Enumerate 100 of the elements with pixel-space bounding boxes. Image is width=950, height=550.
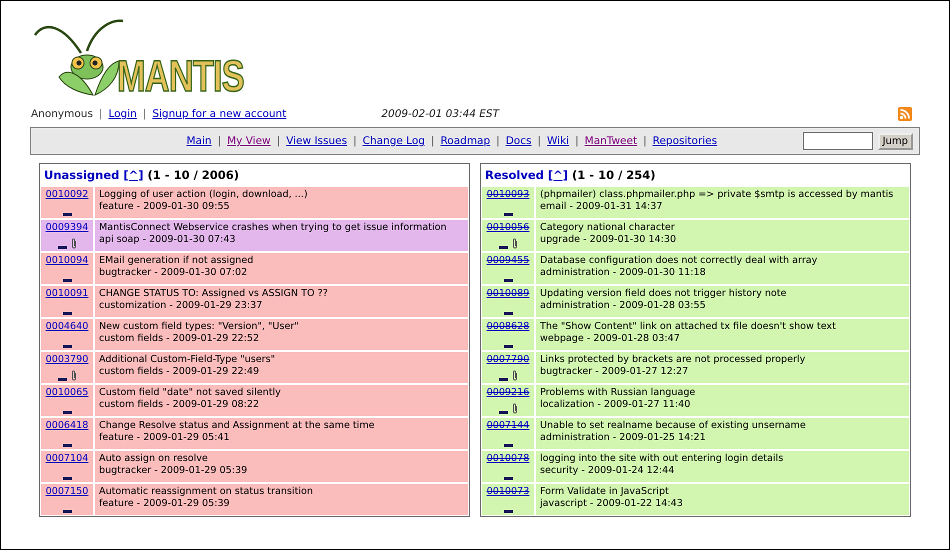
priority-dash-icon [62, 213, 72, 216]
nav-link[interactable]: My View [227, 135, 271, 147]
nav-link[interactable]: Change Log [362, 135, 425, 147]
priority-dash-icon [58, 378, 66, 381]
issue-summary: Logging of user action (login, download, ...) [99, 189, 308, 201]
issue-id-link[interactable]: 0010093 [486, 189, 530, 200]
issue-id-link[interactable]: 0007104 [46, 453, 88, 464]
issue-meta: customization - 2009-01-29 23:37 [99, 300, 264, 312]
separator: | [218, 135, 222, 147]
collapse-link[interactable]: [^] [548, 168, 568, 182]
issue-id-link[interactable]: 0010065 [46, 387, 88, 398]
priority-dash-icon [62, 510, 72, 513]
issue-summary: Category national character [540, 222, 676, 234]
issue-meta: feature - 2009-01-29 05:39 [99, 498, 231, 510]
issue-id-link[interactable]: 0010078 [486, 453, 530, 464]
priority-dash-icon [62, 477, 72, 480]
issue-id-link[interactable]: 0003790 [46, 354, 88, 365]
separator: | [353, 135, 357, 147]
issue-summary: Unable to set realname because of existing unsername [540, 420, 806, 432]
priority-dash-icon [504, 213, 512, 216]
issue-id-link[interactable]: 0010056 [486, 222, 530, 233]
jump-field[interactable] [802, 132, 873, 150]
priority-dash-icon [504, 279, 512, 282]
panel-title-link[interactable]: Resolved [485, 168, 544, 182]
priority-dash-icon [498, 411, 508, 414]
issue-meta: webpage - 2009-01-28 03:47 [540, 333, 681, 345]
issue-meta: bugtracker - 2009-01-30 07:02 [99, 267, 248, 279]
issue-meta: custom fields - 2009-01-29 22:52 [99, 333, 260, 345]
separator: | [575, 135, 579, 147]
issue-meta: administration - 2009-01-25 14:21 [540, 432, 707, 444]
separator: | [496, 135, 500, 147]
issue-count: (1 - 10 / 2006) [148, 168, 240, 182]
issue-meta: security - 2009-01-24 12:44 [540, 465, 676, 477]
date-time: 2009-02-01 03:44 EST [381, 108, 499, 120]
header-link[interactable]: Signup for a new account [152, 108, 286, 120]
issue-meta: email - 2009-01-31 14:37 [540, 201, 664, 213]
issue-summary: logging into the site with out entering login details [540, 453, 784, 465]
nav-link[interactable]: ManTweet [584, 135, 638, 147]
separator: | [142, 108, 146, 120]
issue-summary: Change Resolve status and Assignment at the same time [99, 420, 375, 432]
issue-id-link[interactable]: 0010094 [46, 255, 88, 266]
nav-link[interactable]: Wiki [547, 135, 570, 147]
issue-id-link[interactable]: 0007150 [46, 486, 88, 497]
separator: | [537, 135, 542, 147]
issue-id-link[interactable]: 0010092 [46, 189, 88, 200]
issue-summary: Form Validate in JavaScript [540, 486, 670, 498]
issue-id-link[interactable]: 0009455 [486, 255, 530, 266]
priority-dash-icon [498, 246, 508, 249]
issue-summary: Problems with Russian language [540, 387, 696, 399]
nav-link[interactable]: Repositories [652, 135, 718, 147]
issue-id-link[interactable]: 0007144 [486, 420, 530, 431]
issue-id-link[interactable]: 0010089 [486, 288, 530, 299]
priority-dash-icon [58, 246, 66, 249]
priority-dash-icon [504, 345, 512, 348]
issue-summary: Database configuration does not correctly deal with array [540, 255, 818, 267]
nav-link[interactable]: Docs [506, 135, 532, 147]
separator: | [276, 135, 280, 147]
priority-dash-icon [62, 345, 72, 348]
issue-id-link[interactable]: 0004640 [46, 321, 88, 332]
issue-id-link[interactable]: 0008628 [486, 321, 530, 332]
issue-id-link[interactable]: 0010091 [46, 288, 88, 299]
issue-meta: feature - 2009-01-30 09:55 [99, 201, 231, 213]
issue-summary: MantisConnect Webservice crashes when trying to get issue information [99, 222, 447, 234]
issue-meta: localization - 2009-01-27 11:40 [540, 399, 692, 411]
issue-meta: bugtracker - 2009-01-29 05:39 [99, 465, 248, 477]
priority-dash-icon [504, 444, 512, 447]
issue-summary: EMail generation if not assigned [99, 255, 254, 267]
panel-title-link[interactable]: Unassigned [44, 168, 120, 182]
user-name: Anonymous [31, 108, 93, 120]
issue-meta: bugtracker - 2009-01-27 12:27 [540, 366, 690, 378]
priority-dash-icon [62, 279, 72, 282]
issue-count: (1 - 10 / 254) [572, 168, 656, 182]
issue-summary: CHANGE STATUS TO: Assigned vs ASSIGN TO ?? [99, 288, 328, 300]
jump-button[interactable]: Jump [878, 132, 913, 150]
issue-meta: api soap - 2009-01-30 07:43 [99, 234, 237, 246]
separator: | [643, 135, 647, 147]
separator: | [430, 135, 434, 147]
issue-summary: The "Show Content" link on attached tx file doesn't show text [540, 321, 836, 333]
issue-summary: Updating version field does not trigger history note [540, 288, 786, 300]
priority-dash-icon [504, 312, 512, 315]
issue-summary: Auto assign on resolve [99, 453, 209, 465]
nav-link[interactable]: Main [186, 135, 212, 147]
issue-meta: administration - 2009-01-30 11:18 [540, 267, 707, 279]
issue-summary: Links protected by brackets are not processed properly [540, 354, 806, 366]
nav-link[interactable]: Roadmap [440, 135, 490, 147]
issue-id-link[interactable]: 0006418 [46, 420, 88, 431]
issue-summary: Additional Custom-Field-Type "users" [99, 354, 275, 366]
issue-id-link[interactable]: 0009216 [486, 387, 530, 398]
issue-id-link[interactable]: 0010073 [486, 486, 530, 497]
logo-wordmark: MANTIS [117, 57, 244, 97]
nav-link[interactable]: View Issues [286, 135, 348, 147]
issue-id-link[interactable]: 0009394 [46, 222, 88, 233]
collapse-link[interactable]: [^] [123, 168, 144, 182]
issue-meta: custom fields - 2009-01-29 22:49 [99, 366, 260, 378]
issue-summary: Custom field "date" not saved silently [99, 387, 281, 399]
issue-summary: (phpmailer) class.phpmailer.php => private $smtp is accessed by mantis [540, 189, 894, 201]
header-link[interactable]: Login [108, 108, 137, 120]
issue-id-link[interactable]: 0007790 [486, 354, 530, 365]
rss-feed-icon[interactable] [898, 107, 912, 121]
issue-meta: javascript - 2009-01-22 14:43 [540, 498, 683, 510]
